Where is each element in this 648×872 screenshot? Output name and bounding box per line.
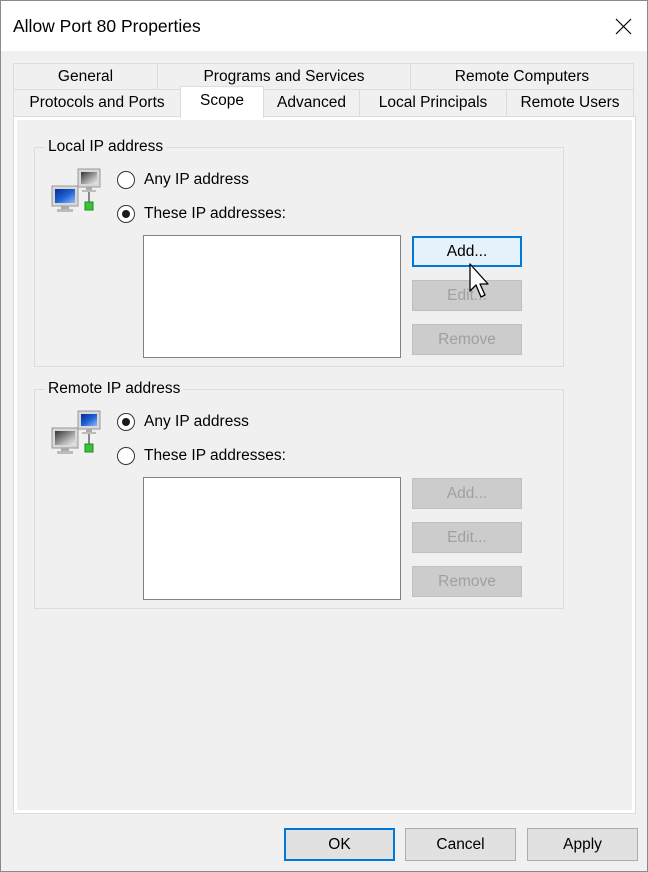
button-label: Remove [438, 330, 496, 348]
local-ip-address-list[interactable] [143, 235, 401, 358]
window-title: Allow Port 80 Properties [13, 16, 201, 36]
radio-label: These IP addresses: [144, 447, 286, 464]
local-ip-group-label: Local IP address [45, 138, 167, 156]
tab-label: Programs and Services [203, 67, 365, 85]
tab-general[interactable]: General [13, 63, 158, 90]
tab-label: Local Principals [378, 94, 488, 111]
tab-advanced[interactable]: Advanced [263, 89, 360, 117]
tab-remote-users[interactable]: Remote Users [506, 89, 634, 117]
tab-label: General [57, 67, 114, 85]
apply-button[interactable]: Apply [527, 828, 638, 861]
radio-button[interactable] [117, 205, 135, 223]
close-icon [615, 18, 631, 34]
button-label: Cancel [436, 835, 485, 853]
radio-button[interactable] [117, 413, 135, 431]
local-edit-button: Edit... [412, 280, 522, 311]
remote-edit-button: Edit... [412, 522, 522, 553]
network-computers-icon [51, 410, 101, 454]
local-add-button[interactable]: Add... [412, 236, 522, 267]
remote-any-ip-radio[interactable]: Any IP address [117, 413, 249, 431]
local-remove-button: Remove [412, 324, 522, 355]
cancel-button[interactable]: Cancel [405, 828, 516, 861]
radio-button[interactable] [117, 447, 135, 465]
tab-local-principals[interactable]: Local Principals [359, 89, 507, 117]
button-label: Apply [563, 835, 602, 853]
title-bar: Allow Port 80 Properties [1, 1, 647, 51]
button-label: Add... [446, 484, 488, 502]
tab-label: Scope [200, 91, 244, 109]
remote-these-ip-radio[interactable]: These IP addresses: [117, 447, 286, 465]
tab-scope[interactable]: Scope [180, 86, 264, 118]
tab-label: Remote Users [520, 94, 620, 111]
button-label: Edit... [447, 528, 487, 546]
button-label: Remove [438, 572, 496, 590]
tab-remote-computers[interactable]: Remote Computers [410, 63, 634, 90]
tab-label: Remote Computers [454, 67, 590, 85]
tab-protocols-and-ports[interactable]: Protocols and Ports [13, 89, 181, 117]
ok-button[interactable]: OK [284, 828, 395, 861]
close-button[interactable] [599, 1, 647, 51]
remote-ip-group-label: Remote IP address [45, 380, 184, 398]
properties-dialog: Allow Port 80 Properties General Program… [0, 0, 648, 872]
remote-remove-button: Remove [412, 566, 522, 597]
tab-label: Advanced [277, 94, 346, 111]
tab-label: Protocols and Ports [29, 94, 165, 111]
button-label: Add... [446, 242, 488, 260]
remote-ip-address-list [143, 477, 401, 600]
radio-label: Any IP address [144, 413, 249, 430]
local-any-ip-radio[interactable]: Any IP address [117, 171, 249, 189]
radio-label: Any IP address [144, 171, 249, 188]
button-label: OK [328, 835, 351, 853]
remote-add-button: Add... [412, 478, 522, 509]
button-label: Edit... [447, 286, 487, 304]
radio-label: These IP addresses: [144, 205, 286, 222]
radio-button[interactable] [117, 171, 135, 189]
local-these-ip-radio[interactable]: These IP addresses: [117, 205, 286, 223]
network-computers-icon [51, 168, 101, 212]
